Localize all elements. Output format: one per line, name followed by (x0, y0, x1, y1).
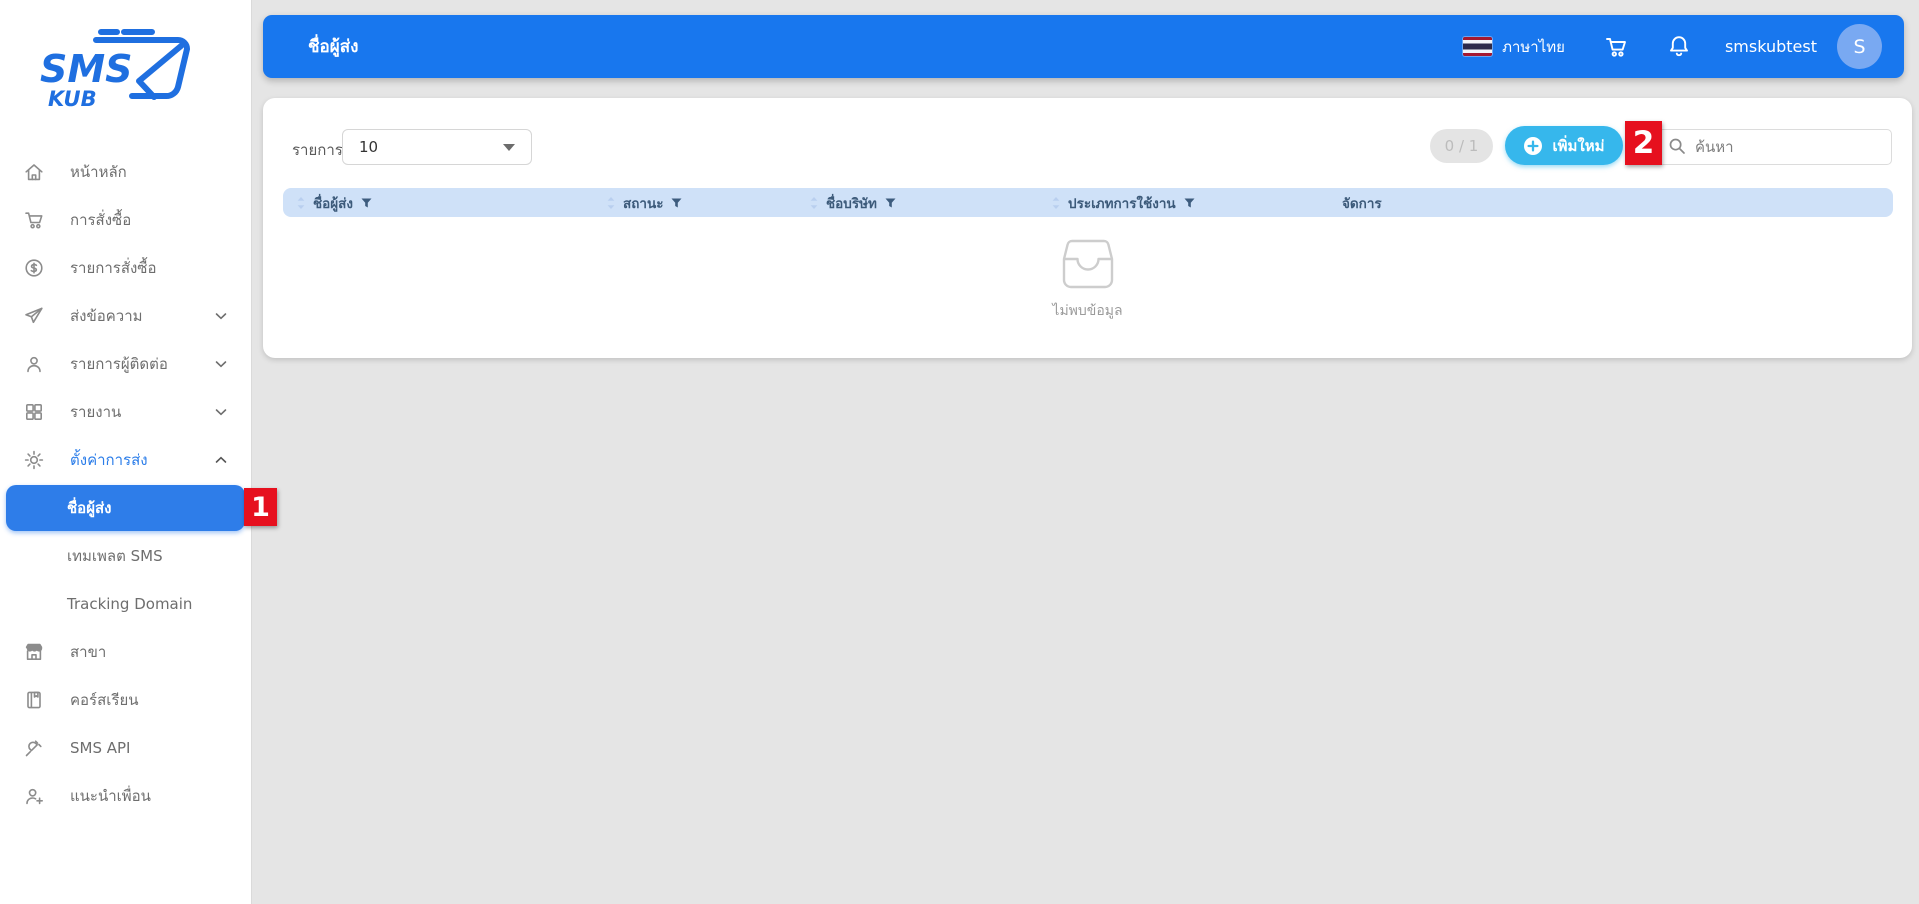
send-icon (22, 305, 46, 327)
annotation-marker-2: 2 (1625, 121, 1662, 165)
sidebar-subitem-tracking-domain[interactable]: Tracking Domain (0, 580, 251, 628)
per-page-select[interactable]: 10 (342, 129, 532, 165)
sidebar-subitem-label: Tracking Domain (67, 595, 192, 613)
sidebar-item-label: รายการสั่งซื้อ (70, 256, 157, 280)
sidebar-item-branch[interactable]: สาขา (0, 628, 251, 676)
book-icon (22, 689, 46, 711)
sidebar-item-label: คอร์สเรียน (70, 688, 138, 712)
sidebar-nav: หน้าหลัก การสั่งซื้อ รายการสั่งซื้อ ส่งข… (0, 148, 251, 820)
dollar-circle-icon (22, 257, 46, 279)
add-new-button[interactable]: เพิ่มใหม่ (1505, 126, 1623, 165)
cart-icon (22, 209, 46, 231)
username[interactable]: smskubtest (1725, 37, 1817, 56)
user-icon (22, 353, 46, 375)
column-header-usage-type[interactable]: ประเภทการใช้งาน (1038, 192, 1328, 214)
add-new-button-label: เพิ่มใหม่ (1552, 134, 1604, 158)
search-input[interactable] (1658, 129, 1892, 165)
thai-flag-icon[interactable] (1463, 37, 1492, 56)
chevron-down-icon (215, 360, 227, 368)
sidebar-item-label: แนะนำเพื่อน (70, 784, 151, 808)
page-background: SMS KUB หน้าหลัก การสั่งซื้อ (0, 0, 1919, 904)
sidebar-item-orders[interactable]: การสั่งซื้อ (0, 196, 251, 244)
sidebar-item-label: รายการผู้ติดต่อ (70, 352, 168, 376)
empty-inbox-icon (1059, 238, 1117, 290)
logo-text-sms: SMS (40, 47, 133, 91)
column-header-label: จัดการ (1342, 192, 1382, 214)
column-header-label: ชื่อบริษัท (826, 192, 877, 214)
sort-icon[interactable] (607, 197, 615, 209)
sidebar-subitem-label: ชื่อผู้ส่ง (67, 496, 111, 520)
empty-state-text: ไม่พบข้อมูล (263, 300, 1912, 322)
sidebar-item-sms-api[interactable]: SMS API (0, 724, 251, 772)
sidebar-item-reports[interactable]: รายงาน (0, 388, 251, 436)
topbar-right: ภาษาไทย smskubtest S (1463, 24, 1882, 69)
sidebar-item-contacts[interactable]: รายการผู้ติดต่อ (0, 340, 251, 388)
sidebar-item-label: ตั้งค่าการส่ง (70, 448, 148, 472)
sidebar-item-refer-friend[interactable]: แนะนำเพื่อน (0, 772, 251, 820)
sidebar-subitem-sms-template[interactable]: เทมเพลต SMS (0, 532, 251, 580)
filter-funnel-icon[interactable] (885, 198, 896, 208)
logo-text-kub: KUB (48, 87, 97, 111)
sidebar: SMS KUB หน้าหลัก การสั่งซื้อ (0, 0, 252, 904)
smskub-logo-graphic: SMS KUB (38, 26, 218, 114)
sidebar-subitem-label: เทมเพลต SMS (67, 544, 163, 568)
sort-icon[interactable] (1052, 197, 1060, 209)
language-selector[interactable]: ภาษาไทย (1502, 35, 1565, 59)
sidebar-item-order-list[interactable]: รายการสั่งซื้อ (0, 244, 251, 292)
sort-icon[interactable] (297, 197, 305, 209)
filter-funnel-icon[interactable] (361, 198, 372, 208)
topbar: ชื่อผู้ส่ง ภาษาไทย smskubtest S (263, 15, 1904, 78)
store-icon (22, 641, 46, 663)
column-header-company-name[interactable]: ชื่อบริษัท (796, 192, 1038, 214)
avatar[interactable]: S (1837, 24, 1882, 69)
column-header-label: สถานะ (623, 192, 663, 214)
filter-funnel-icon[interactable] (1184, 198, 1195, 208)
search-box (1658, 129, 1892, 165)
gear-icon (22, 449, 46, 471)
column-header-label: ประเภทการใช้งาน (1068, 192, 1176, 214)
page-title: ชื่อผู้ส่ง (308, 33, 358, 60)
plus-circle-icon (1523, 136, 1543, 156)
plug-icon (22, 737, 46, 759)
filter-funnel-icon[interactable] (671, 198, 682, 208)
chevron-down-icon (215, 312, 227, 320)
sidebar-item-label: SMS API (70, 739, 130, 757)
smskub-logo[interactable]: SMS KUB (38, 26, 218, 114)
user-add-icon (22, 785, 46, 807)
chevron-down-icon (215, 408, 227, 416)
pagination-indicator: 0 / 1 (1430, 129, 1493, 163)
sidebar-item-label: หน้าหลัก (70, 160, 127, 184)
column-header-status[interactable]: สถานะ (593, 192, 796, 214)
bell-icon[interactable] (1667, 34, 1691, 60)
table-header-row: ชื่อผู้ส่ง สถานะ ชื่อบริษัท ประเภทการใช้… (283, 188, 1893, 217)
per-page-value: 10 (359, 138, 378, 156)
sidebar-item-label: การสั่งซื้อ (70, 208, 131, 232)
home-icon (22, 161, 46, 183)
per-page-label: รายการ (292, 138, 343, 162)
content-card: รายการ 10 0 / 1 เพิ่มใหม่ ชื่อผู้ส่ง (263, 98, 1912, 358)
sidebar-item-send-message[interactable]: ส่งข้อความ (0, 292, 251, 340)
sidebar-item-home[interactable]: หน้าหลัก (0, 148, 251, 196)
sidebar-item-label: ส่งข้อความ (70, 304, 143, 328)
column-header-label: ชื่อผู้ส่ง (313, 192, 353, 214)
sidebar-item-send-settings[interactable]: ตั้งค่าการส่ง (0, 436, 251, 484)
sidebar-item-label: รายงาน (70, 400, 121, 424)
cart-icon[interactable] (1603, 34, 1629, 60)
sidebar-item-courses[interactable]: คอร์สเรียน (0, 676, 251, 724)
chevron-up-icon (215, 456, 227, 464)
column-header-sender-name[interactable]: ชื่อผู้ส่ง (283, 192, 593, 214)
sort-icon[interactable] (810, 197, 818, 209)
search-icon (1668, 137, 1686, 159)
caret-down-icon (503, 144, 515, 151)
annotation-marker-1: 1 (244, 488, 277, 526)
grid-icon (22, 401, 46, 423)
empty-state: ไม่พบข้อมูล (263, 238, 1912, 322)
sidebar-item-label: สาขา (70, 640, 106, 664)
sidebar-subitem-sender-name[interactable]: ชื่อผู้ส่ง (6, 485, 245, 531)
column-header-manage: จัดการ (1328, 192, 1893, 214)
